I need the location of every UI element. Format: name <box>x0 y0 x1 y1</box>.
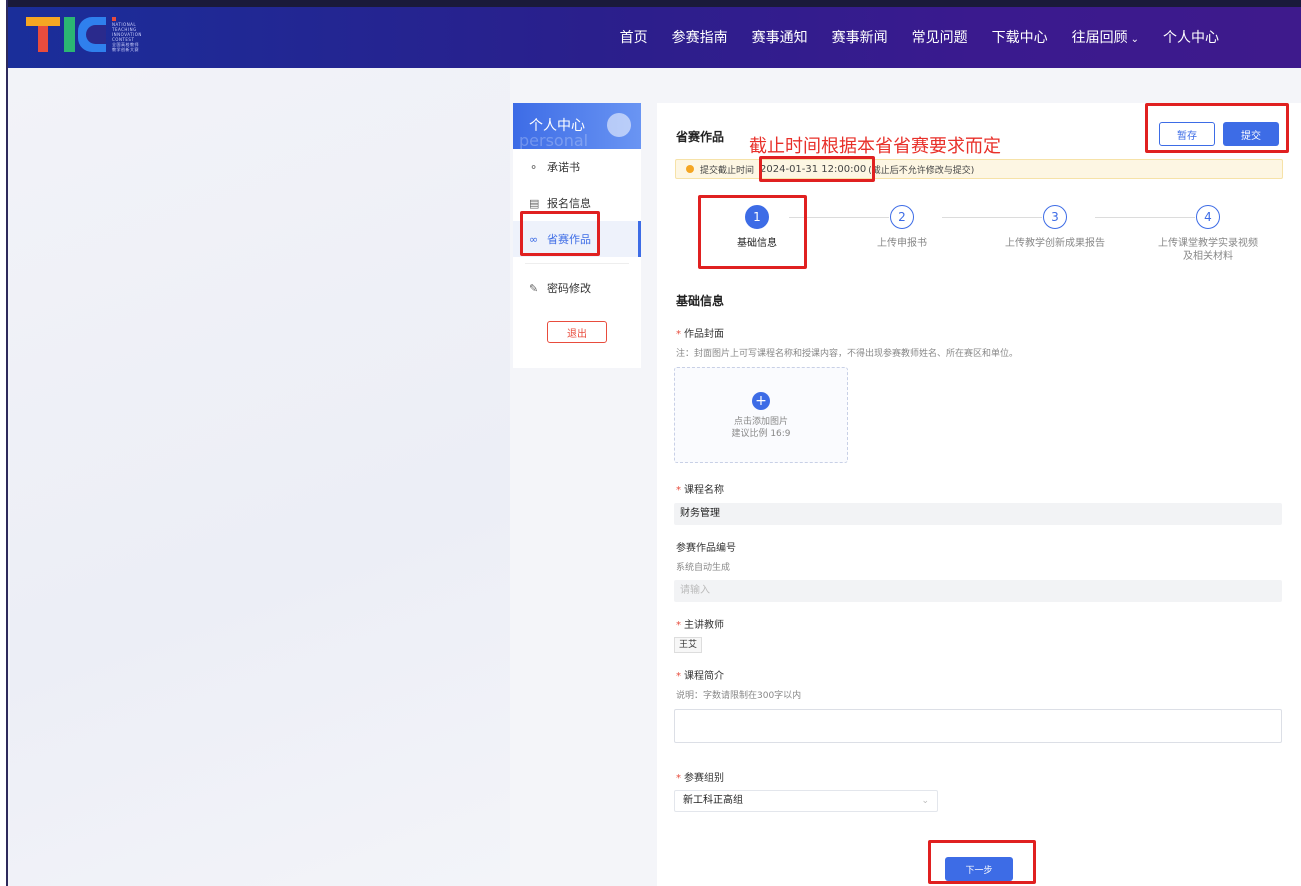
deadline-suffix: (截止后不允许修改与提交) <box>868 165 975 176</box>
section-title: 基础信息 <box>676 294 725 308</box>
nav-news[interactable]: 赛事新闻 <box>820 27 900 47</box>
contest-logo[interactable]: NATIONAL TEACHING INNOVATION CONTEST 全国高… <box>26 17 156 57</box>
warning-icon <box>686 165 694 173</box>
annotation-box-next <box>928 840 1036 884</box>
chevron-down-icon: ⌄ <box>1130 34 1139 45</box>
edit-icon: ✎ <box>529 281 539 295</box>
background-decoration <box>10 68 510 886</box>
cover-label: * 作品封面 <box>676 329 724 340</box>
step-number: 2 <box>890 205 914 229</box>
group-select-value: 新工科正高组 <box>683 795 743 806</box>
teacher-label: * 主讲教师 <box>676 620 724 631</box>
sidebar-item-label: 承诺书 <box>547 161 580 174</box>
intro-label: * 课程简介 <box>676 671 724 682</box>
nav-downloads[interactable]: 下载中心 <box>980 27 1060 47</box>
work-id-hint: 系统自动生成 <box>676 563 731 573</box>
nav-home[interactable]: 首页 <box>608 27 660 47</box>
cover-upload[interactable]: + 点击添加图片 建议比例 16:9 <box>674 367 848 463</box>
deadline-prefix: 提交截止时间 <box>700 165 755 176</box>
logout-button[interactable]: 退出 <box>547 321 607 343</box>
cover-hint: 注：封面图片上可写课程名称和授课内容，不得出现参赛教师姓名、所在赛区和单位。 <box>676 349 1019 359</box>
annotation-box-buttons <box>1145 103 1289 153</box>
sidebar-item-password[interactable]: ✎ 密码修改 <box>513 270 641 306</box>
sidebar-item-label: 报名信息 <box>547 197 591 210</box>
intro-hint: 说明：字数请限制在300字以内 <box>676 691 802 701</box>
intro-textarea[interactable] <box>674 709 1282 743</box>
step-upload-report[interactable]: 3 上传教学创新成果报告 <box>995 205 1115 250</box>
nav-faq[interactable]: 常见问题 <box>900 27 980 47</box>
annotation-text: 截止时间根据本省省赛要求而定 <box>749 136 1001 157</box>
sidebar-item-label: 密码修改 <box>547 282 591 295</box>
annotation-box-sidebar <box>520 211 600 256</box>
top-navigation-bar: NATIONAL TEACHING INNOVATION CONTEST 全国高… <box>8 0 1301 68</box>
plus-icon: + <box>752 392 770 410</box>
step-label: 上传教学创新成果报告 <box>1005 238 1105 249</box>
upload-ratio: 建议比例 16:9 <box>731 429 791 439</box>
step-number: 3 <box>1043 205 1067 229</box>
step-label: 上传申报书 <box>877 238 927 249</box>
sidebar-item-commitment[interactable]: ⚬ 承诺书 <box>513 149 641 185</box>
main-nav: 首页 参赛指南 赛事通知 赛事新闻 常见问题 下载中心 往届回顾 ⌄ 个人中心 <box>608 27 1231 47</box>
course-name-input[interactable]: 财务管理 <box>674 503 1282 525</box>
nav-guide[interactable]: 参赛指南 <box>660 27 740 47</box>
nav-past-review[interactable]: 往届回顾 ⌄ <box>1060 27 1151 47</box>
upload-text: 点击添加图片 <box>733 417 788 427</box>
form-icon: ▤ <box>529 196 540 210</box>
group-select[interactable]: 新工科正高组 ⌄ <box>674 790 938 812</box>
sidebar-divider <box>525 263 629 264</box>
step-number: 4 <box>1196 205 1220 229</box>
annotation-box-step <box>698 195 807 269</box>
avatar[interactable] <box>607 113 631 137</box>
work-id-input[interactable]: 请输入 <box>674 580 1282 602</box>
work-id-label: 参赛作品编号 <box>676 543 736 554</box>
page-title: 省赛作品 <box>676 130 725 144</box>
step-label: 上传课堂教学实录视频 及相关材料 <box>1158 238 1258 262</box>
step-upload-video[interactable]: 4 上传课堂教学实录视频 及相关材料 <box>1148 205 1268 263</box>
step-upload-application[interactable]: 2 上传申报书 <box>842 205 962 250</box>
nav-notices[interactable]: 赛事通知 <box>740 27 820 47</box>
logo-text: NATIONAL TEACHING INNOVATION CONTEST 全国高… <box>112 22 142 52</box>
annotation-box-deadline <box>759 156 875 182</box>
nav-personal-center[interactable]: 个人中心 <box>1151 27 1231 47</box>
teacher-tag[interactable]: 王艾 <box>674 637 703 653</box>
course-name-label: * 课程名称 <box>676 485 724 496</box>
shield-icon: ⚬ <box>529 160 539 174</box>
group-label: * 参赛组别 <box>676 773 724 784</box>
sidebar-header: personal 个人中心 <box>513 103 641 149</box>
sidebar-title: 个人中心 <box>529 118 585 134</box>
window-frame <box>0 0 8 886</box>
chevron-down-icon: ⌄ <box>921 796 929 806</box>
